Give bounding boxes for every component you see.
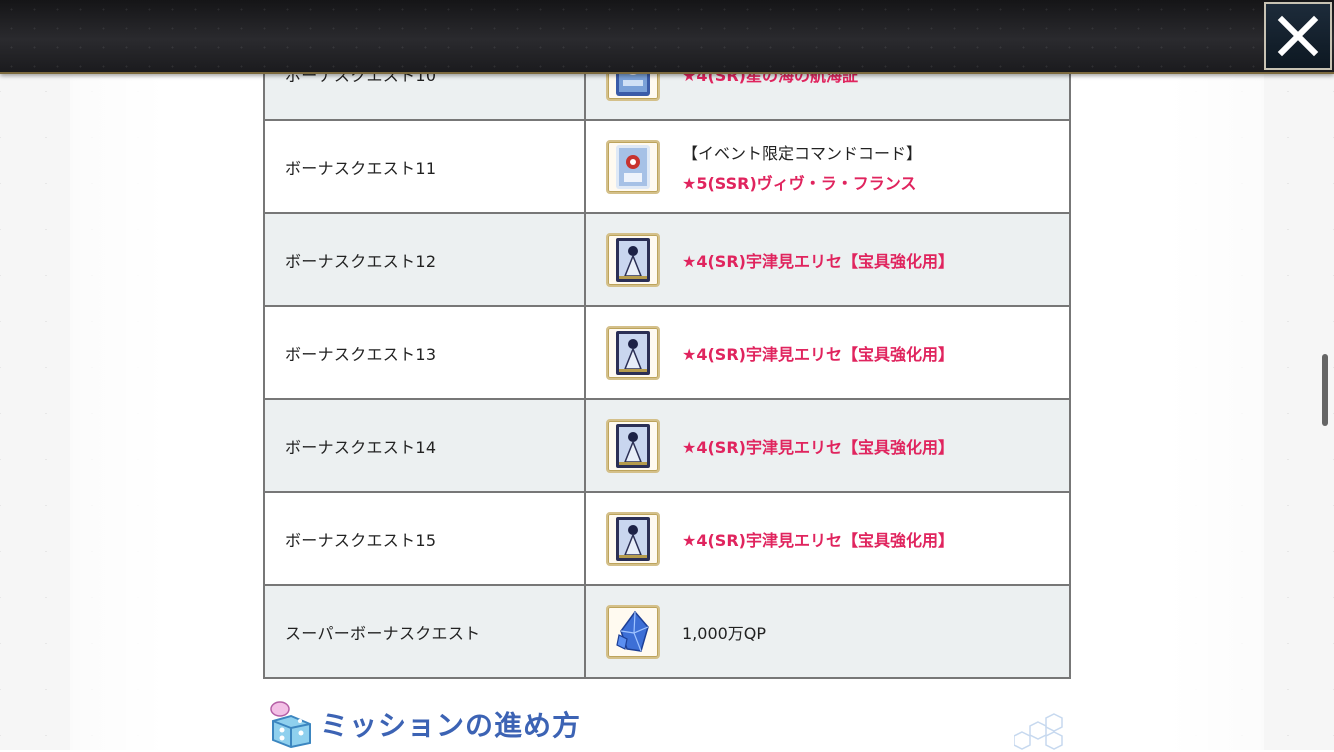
quest-name: スーパーボーナスクエスト (285, 623, 481, 643)
quest-name-cell: ボーナスクエスト11 (265, 121, 586, 212)
servant-card-icon (606, 511, 660, 566)
header-bar (0, 0, 1334, 74)
servant-card-icon (606, 418, 660, 473)
quest-name: ボーナスクエスト14 (285, 437, 437, 457)
table-row: ボーナスクエスト14 ★4(SR)宇津見エリセ【宝具強化用】 (265, 400, 1069, 493)
table-row: ボーナスクエスト15 ★4(SR)宇津見エリセ【宝具強化用】 (265, 493, 1069, 586)
close-button[interactable] (1264, 2, 1332, 70)
servant-card-icon (606, 232, 660, 287)
reward-cell: 【イベント限定コマンドコード】 ★5(SSR)ヴィヴ・ラ・フランス (586, 121, 1069, 212)
reward-text: ★4(SR)宇津見エリセ【宝具強化用】 (682, 434, 954, 458)
mission-heading-text: ミッションの進め方 (320, 709, 582, 742)
reward-text: 1,000万QP (682, 620, 766, 644)
reward-label: ★4(SR)宇津見エリセ【宝具強化用】 (682, 530, 954, 550)
reward-text: ★4(SR)宇津見エリセ【宝具強化用】 (682, 248, 954, 272)
command-code-icon (606, 139, 660, 194)
reward-text: ★4(SR)宇津見エリセ【宝具強化用】 (682, 527, 954, 551)
quest-name-cell: ボーナスクエスト15 (265, 493, 586, 584)
quest-name: ボーナスクエスト12 (285, 251, 437, 271)
dice-icon (270, 701, 311, 748)
table-row: ボーナスクエスト11 【イベント限定コマンドコード】 ★5(SSR)ヴィヴ・ラ・フラ… (265, 121, 1069, 214)
reward-label: 【イベント限定コマンドコード】 (682, 143, 923, 163)
hexagon-decoration-icon (1014, 713, 1063, 750)
quest-name-cell: ボーナスクエスト13 (265, 307, 586, 398)
reward-text: ★4(SR)宇津見エリセ【宝具強化用】 (682, 341, 954, 365)
table-row: スーパーボーナスクエスト 1,000万QP (265, 586, 1069, 679)
quest-name: ボーナスクエスト11 (285, 158, 437, 178)
servant-card-icon (606, 325, 660, 380)
quest-name-cell: スーパーボーナスクエスト (265, 586, 586, 677)
qp-crystal-icon (606, 604, 660, 659)
table-row: ボーナスクエスト13 ★4(SR)宇津見エリセ【宝具強化用】 (265, 307, 1069, 400)
quest-name-cell: ボーナスクエスト14 (265, 400, 586, 491)
quest-name: ボーナスクエスト15 (285, 530, 437, 550)
reward-text: 【イベント限定コマンドコード】 ★5(SSR)ヴィヴ・ラ・フランス (682, 140, 922, 194)
table-row: ボーナスクエスト12 ★4(SR)宇津見エリセ【宝具強化用】 (265, 214, 1069, 307)
scrollbar[interactable] (1322, 354, 1328, 426)
reward-label: 1,000万QP (682, 623, 767, 643)
reward-cell: ★4(SR)宇津見エリセ【宝具強化用】 (586, 400, 1069, 491)
mission-heading: ミッションの進め方 (268, 700, 581, 748)
reward-label: ★4(SR)宇津見エリセ【宝具強化用】 (682, 251, 954, 271)
reward-table: ボーナスクエスト10 ★4(SR)星の海の航海証 ボーナスクエスト11 【イベント限定… (263, 28, 1071, 679)
reward-cell: ★4(SR)宇津見エリセ【宝具強化用】 (586, 493, 1069, 584)
reward-cell: ★4(SR)宇津見エリセ【宝具強化用】 (586, 214, 1069, 305)
reward-cell: 1,000万QP (586, 586, 1069, 677)
reward-label: ★5(SSR)ヴィヴ・ラ・フランス (682, 173, 917, 193)
quest-name: ボーナスクエスト13 (285, 344, 437, 364)
reward-cell: ★4(SR)宇津見エリセ【宝具強化用】 (586, 307, 1069, 398)
close-icon (1277, 15, 1319, 57)
quest-name-cell: ボーナスクエスト12 (265, 214, 586, 305)
reward-label: ★4(SR)宇津見エリセ【宝具強化用】 (682, 437, 954, 457)
reward-label: ★4(SR)宇津見エリセ【宝具強化用】 (682, 344, 954, 364)
